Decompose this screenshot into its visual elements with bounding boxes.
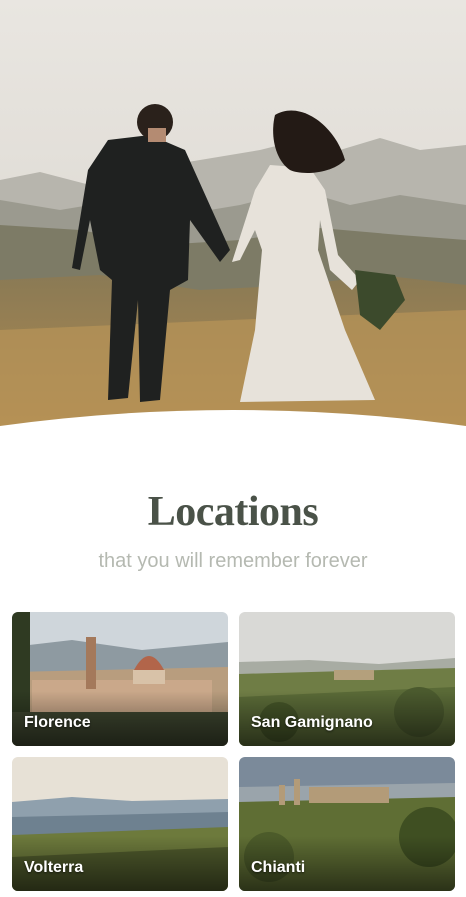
location-card-florence[interactable]: Florence	[12, 612, 228, 746]
section-title: Locations	[147, 489, 319, 535]
location-card-label: Chianti	[251, 859, 306, 876]
section-subtitle: that you will remember forever	[98, 550, 368, 572]
location-card-label: Florence	[24, 714, 91, 731]
location-card-chianti[interactable]: Chianti	[239, 757, 455, 891]
hero-photo	[0, 0, 466, 430]
location-card-san-gamignano[interactable]: San Gamignano	[239, 612, 455, 746]
location-card-label: Volterra	[24, 859, 84, 876]
location-card-label: San Gamignano	[251, 714, 373, 731]
location-card-volterra[interactable]: Volterra	[12, 757, 228, 891]
hero-curve	[0, 410, 466, 438]
